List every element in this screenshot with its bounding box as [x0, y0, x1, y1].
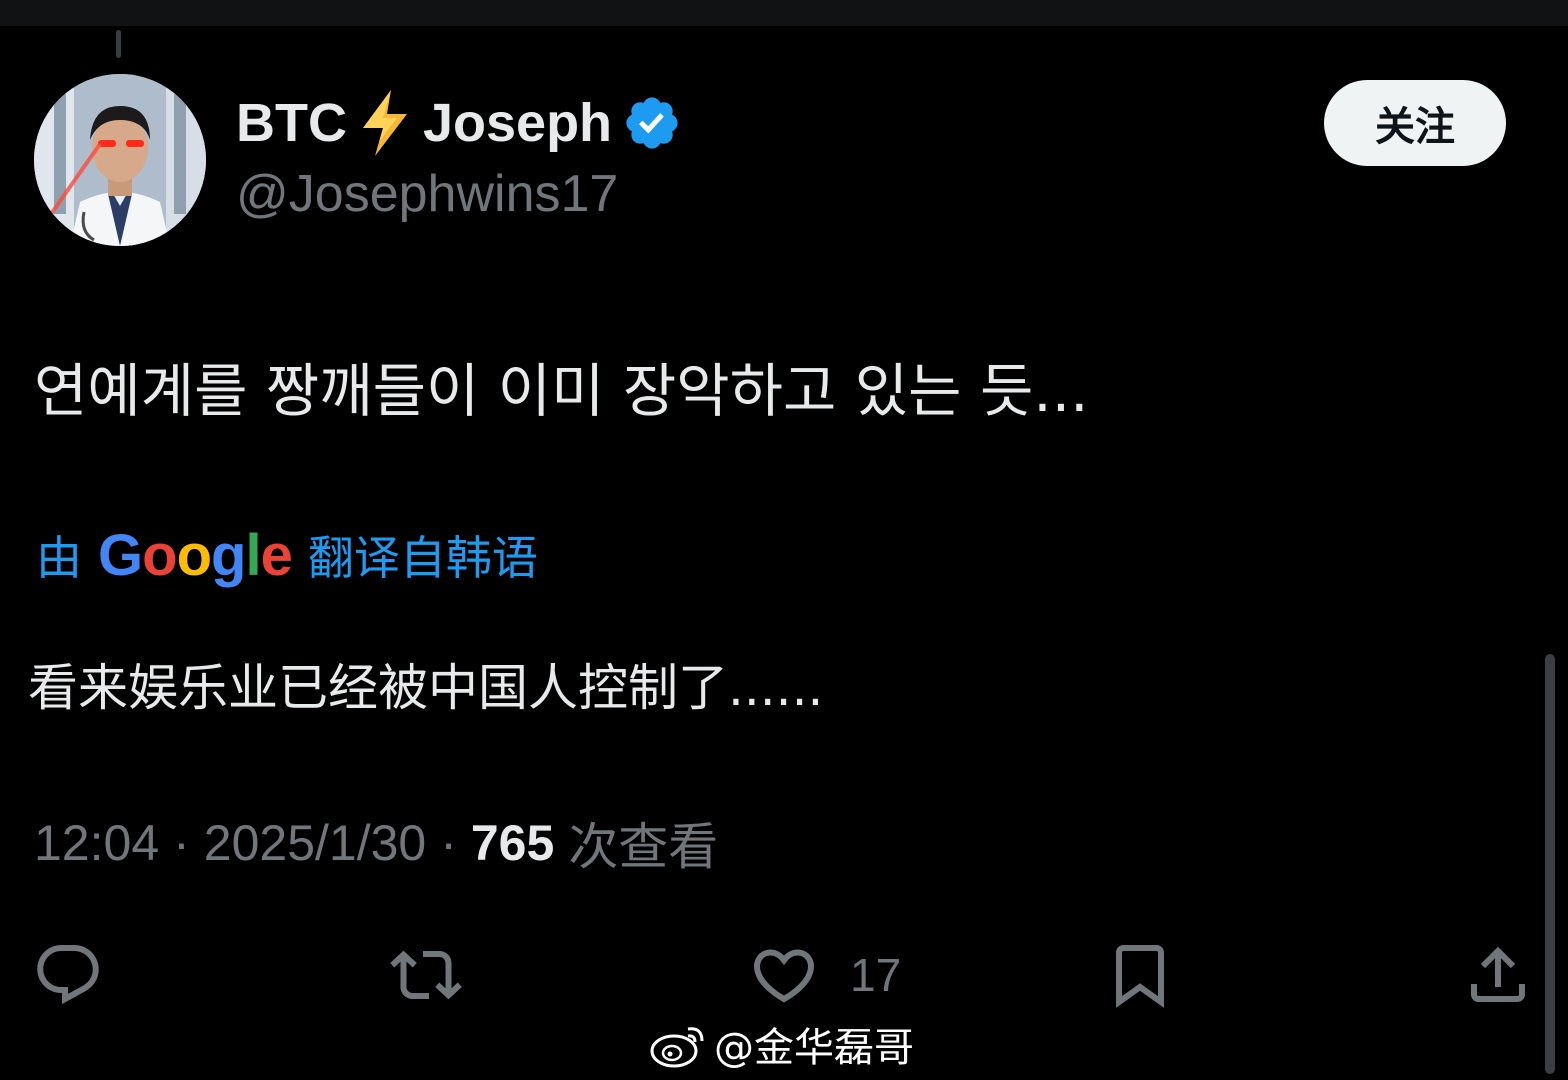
heart-icon: [753, 949, 815, 1003]
like-count: 17: [850, 949, 902, 1001]
retweet-icon: [390, 950, 462, 1000]
reply-button[interactable]: [32, 938, 104, 1012]
google-letter-o1: o: [142, 522, 177, 588]
display-name[interactable]: BTC Joseph: [236, 88, 682, 158]
views-label: 次查看: [568, 818, 719, 876]
meta-separator: ·: [173, 815, 190, 871]
meta-separator: ·: [440, 815, 457, 871]
google-letter-l: l: [245, 522, 261, 588]
translated-text: 看来娱乐业已经被中国人控制了......: [28, 659, 824, 717]
share-icon: [1471, 946, 1525, 1002]
google-letter-g2: g: [211, 522, 246, 588]
share-button[interactable]: [1462, 938, 1534, 1012]
google-letter-e: e: [260, 522, 293, 588]
user-handle[interactable]: @Josephwins17: [236, 164, 618, 224]
scrollbar[interactable]: [1545, 654, 1555, 1074]
google-letter-g: G: [98, 522, 143, 588]
tweet-time[interactable]: 12:04: [34, 814, 159, 872]
avatar[interactable]: [34, 74, 206, 246]
bookmark-icon: [1116, 945, 1164, 1008]
tweet-date[interactable]: 2025/1/30: [204, 814, 426, 872]
avatar-image: [34, 74, 206, 246]
display-name-part1: BTC: [236, 93, 347, 153]
retweet-button[interactable]: [390, 938, 462, 1012]
tweet-text: 연예계를 짱깨들이 이미 장악하고 있는 듯...: [34, 357, 1089, 425]
reply-icon: [37, 945, 99, 1005]
translation-attribution[interactable]: 由 Google 翻译自韩语: [36, 520, 538, 590]
lightning-bolt-icon: [357, 88, 413, 158]
watermark-text: @金华磊哥: [714, 1025, 914, 1071]
views-count: 765: [470, 815, 555, 871]
weibo-watermark: @金华磊哥: [650, 1016, 914, 1072]
google-logo: Google: [98, 522, 293, 589]
bookmark-button[interactable]: [1104, 938, 1176, 1012]
top-strip: [0, 0, 1568, 26]
like-button[interactable]: 17: [748, 938, 901, 1012]
verified-badge-icon: [622, 93, 682, 153]
tweet-meta: 12:04 · 2025/1/30 · 765 次查看: [34, 810, 718, 876]
weibo-logo-icon: [650, 1027, 704, 1068]
display-name-part2: Joseph: [422, 93, 613, 153]
thread-connector-line: [116, 30, 121, 58]
translation-prefix: 由: [36, 531, 82, 585]
google-letter-o2: o: [176, 522, 212, 588]
translation-suffix: 翻译自韩语: [307, 531, 538, 585]
follow-button[interactable]: 关注: [1324, 80, 1506, 166]
